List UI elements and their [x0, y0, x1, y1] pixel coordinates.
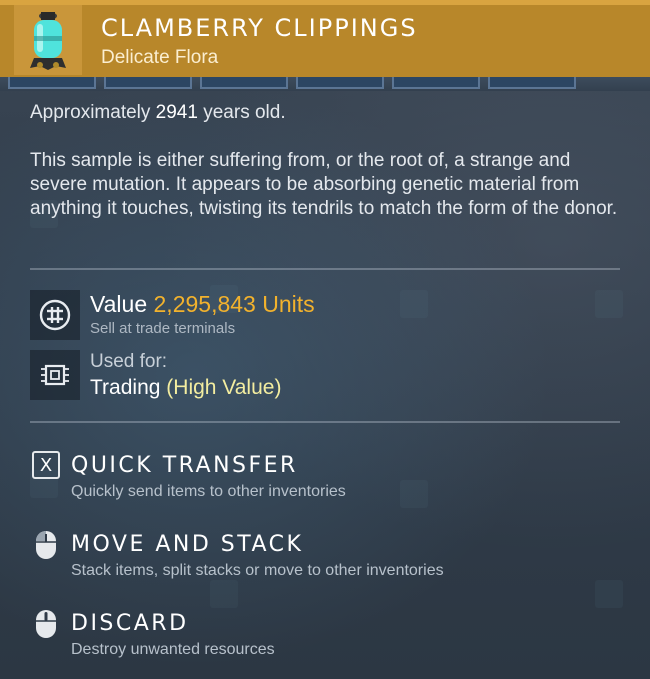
- quick-transfer-key[interactable]: X: [30, 449, 62, 481]
- used-for-value: Trading: [90, 376, 161, 399]
- discard-key[interactable]: [30, 607, 62, 639]
- age-number: 2941: [155, 102, 198, 123]
- move-and-stack-description: Stack items, split stacks or move to oth…: [71, 562, 444, 579]
- move-and-stack-action[interactable]: MOVE AND STACK: [71, 532, 303, 557]
- used-for-label: Used for:: [90, 351, 168, 372]
- age-suffix: years old.: [203, 102, 286, 123]
- x-key-icon: X: [32, 451, 60, 479]
- value-label: Value: [90, 291, 148, 317]
- background-tile: [210, 580, 238, 608]
- canister-icon: [30, 12, 66, 70]
- divider: [30, 268, 620, 270]
- background-tile: [400, 480, 428, 508]
- mouse-left-click-icon: [36, 531, 56, 559]
- inventory-slot[interactable]: [488, 77, 576, 89]
- units-currency-icon: [39, 299, 71, 331]
- used-for-value-line: Trading (High Value): [90, 376, 281, 400]
- item-age: Approximately 2941 years old.: [30, 101, 625, 125]
- used-for-highlight: (High Value): [166, 376, 282, 399]
- item-category: Delicate Flora: [101, 47, 219, 68]
- inventory-slot[interactable]: [200, 77, 288, 89]
- inventory-slot[interactable]: [296, 77, 384, 89]
- discard-description: Destroy unwanted resources: [71, 641, 275, 658]
- background-tile: [595, 580, 623, 608]
- inventory-slot[interactable]: [104, 77, 192, 89]
- quick-transfer-description: Quickly send items to other inventories: [71, 483, 346, 500]
- divider: [30, 421, 620, 423]
- background-tile: [595, 290, 623, 318]
- value-subtitle: Sell at trade terminals: [90, 320, 236, 337]
- value-icon-frame: [30, 290, 80, 340]
- item-title: CLAMBERRY CLIPPINGS: [101, 14, 418, 42]
- chip-icon: [41, 364, 69, 386]
- inventory-slot[interactable]: [392, 77, 480, 89]
- age-prefix: Approximately: [30, 102, 151, 123]
- inventory-slot[interactable]: [8, 77, 96, 89]
- item-description: This sample is either suffering from, or…: [30, 150, 618, 219]
- quick-transfer-action[interactable]: QUICK TRANSFER: [71, 453, 298, 478]
- background-tile: [400, 290, 428, 318]
- inventory-slot-strip: [0, 77, 650, 91]
- move-and-stack-key[interactable]: [30, 528, 62, 560]
- value-amount: 2,295,843 Units: [153, 291, 315, 317]
- mouse-click-icon: [36, 610, 56, 638]
- discard-action[interactable]: DISCARD: [71, 611, 189, 636]
- value-line: Value 2,295,843 Units: [90, 291, 315, 318]
- item-icon-frame: [14, 5, 82, 75]
- used-for-icon-frame: [30, 350, 80, 400]
